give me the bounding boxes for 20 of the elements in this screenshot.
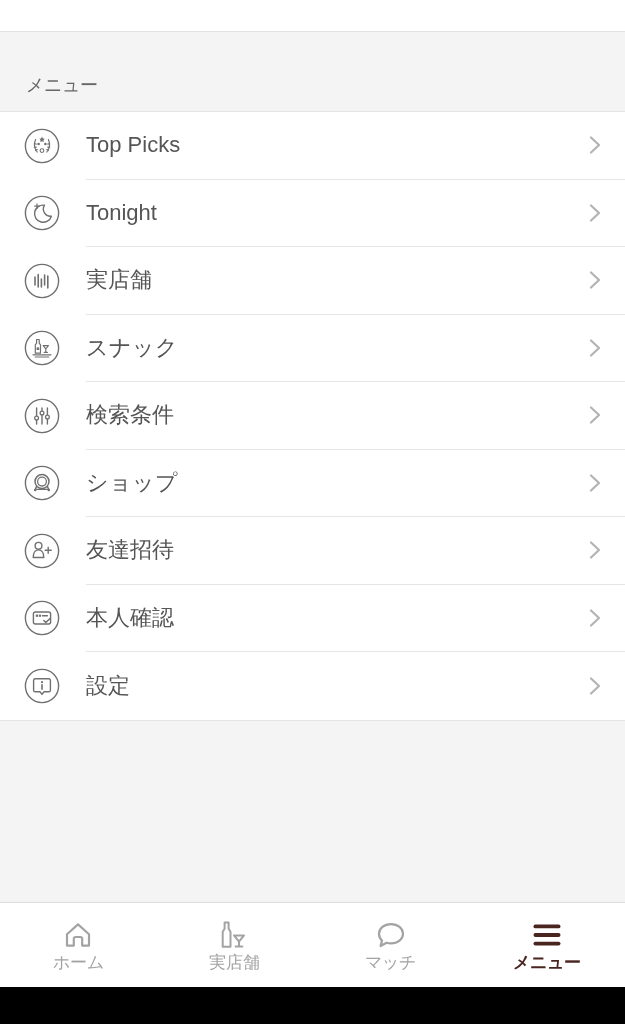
- chevron-right-icon: [589, 338, 601, 357]
- chevron-right-icon: [589, 608, 601, 627]
- chevron-right-icon: [589, 541, 601, 560]
- chevron-right-icon: [589, 473, 601, 492]
- sliders-icon: [24, 397, 60, 434]
- id-card-icon: [24, 600, 60, 637]
- info-icon: [24, 667, 60, 704]
- nav-tab[interactable]: メニュー: [504, 903, 589, 987]
- bottle-glass-icon: [24, 330, 60, 367]
- laurel-icon: [24, 127, 60, 164]
- chevron-right-icon: [589, 271, 601, 290]
- medal-icon: [24, 465, 60, 502]
- moon-icon: [24, 195, 60, 232]
- bars-icon: [24, 262, 60, 299]
- chevron-right-icon: [589, 136, 601, 155]
- section-title: メニュー: [26, 74, 98, 97]
- chevron-right-icon: [589, 203, 601, 222]
- chevron-right-icon: [589, 406, 601, 425]
- chevron-right-icon: [589, 676, 601, 695]
- add-person-icon: [24, 532, 60, 569]
